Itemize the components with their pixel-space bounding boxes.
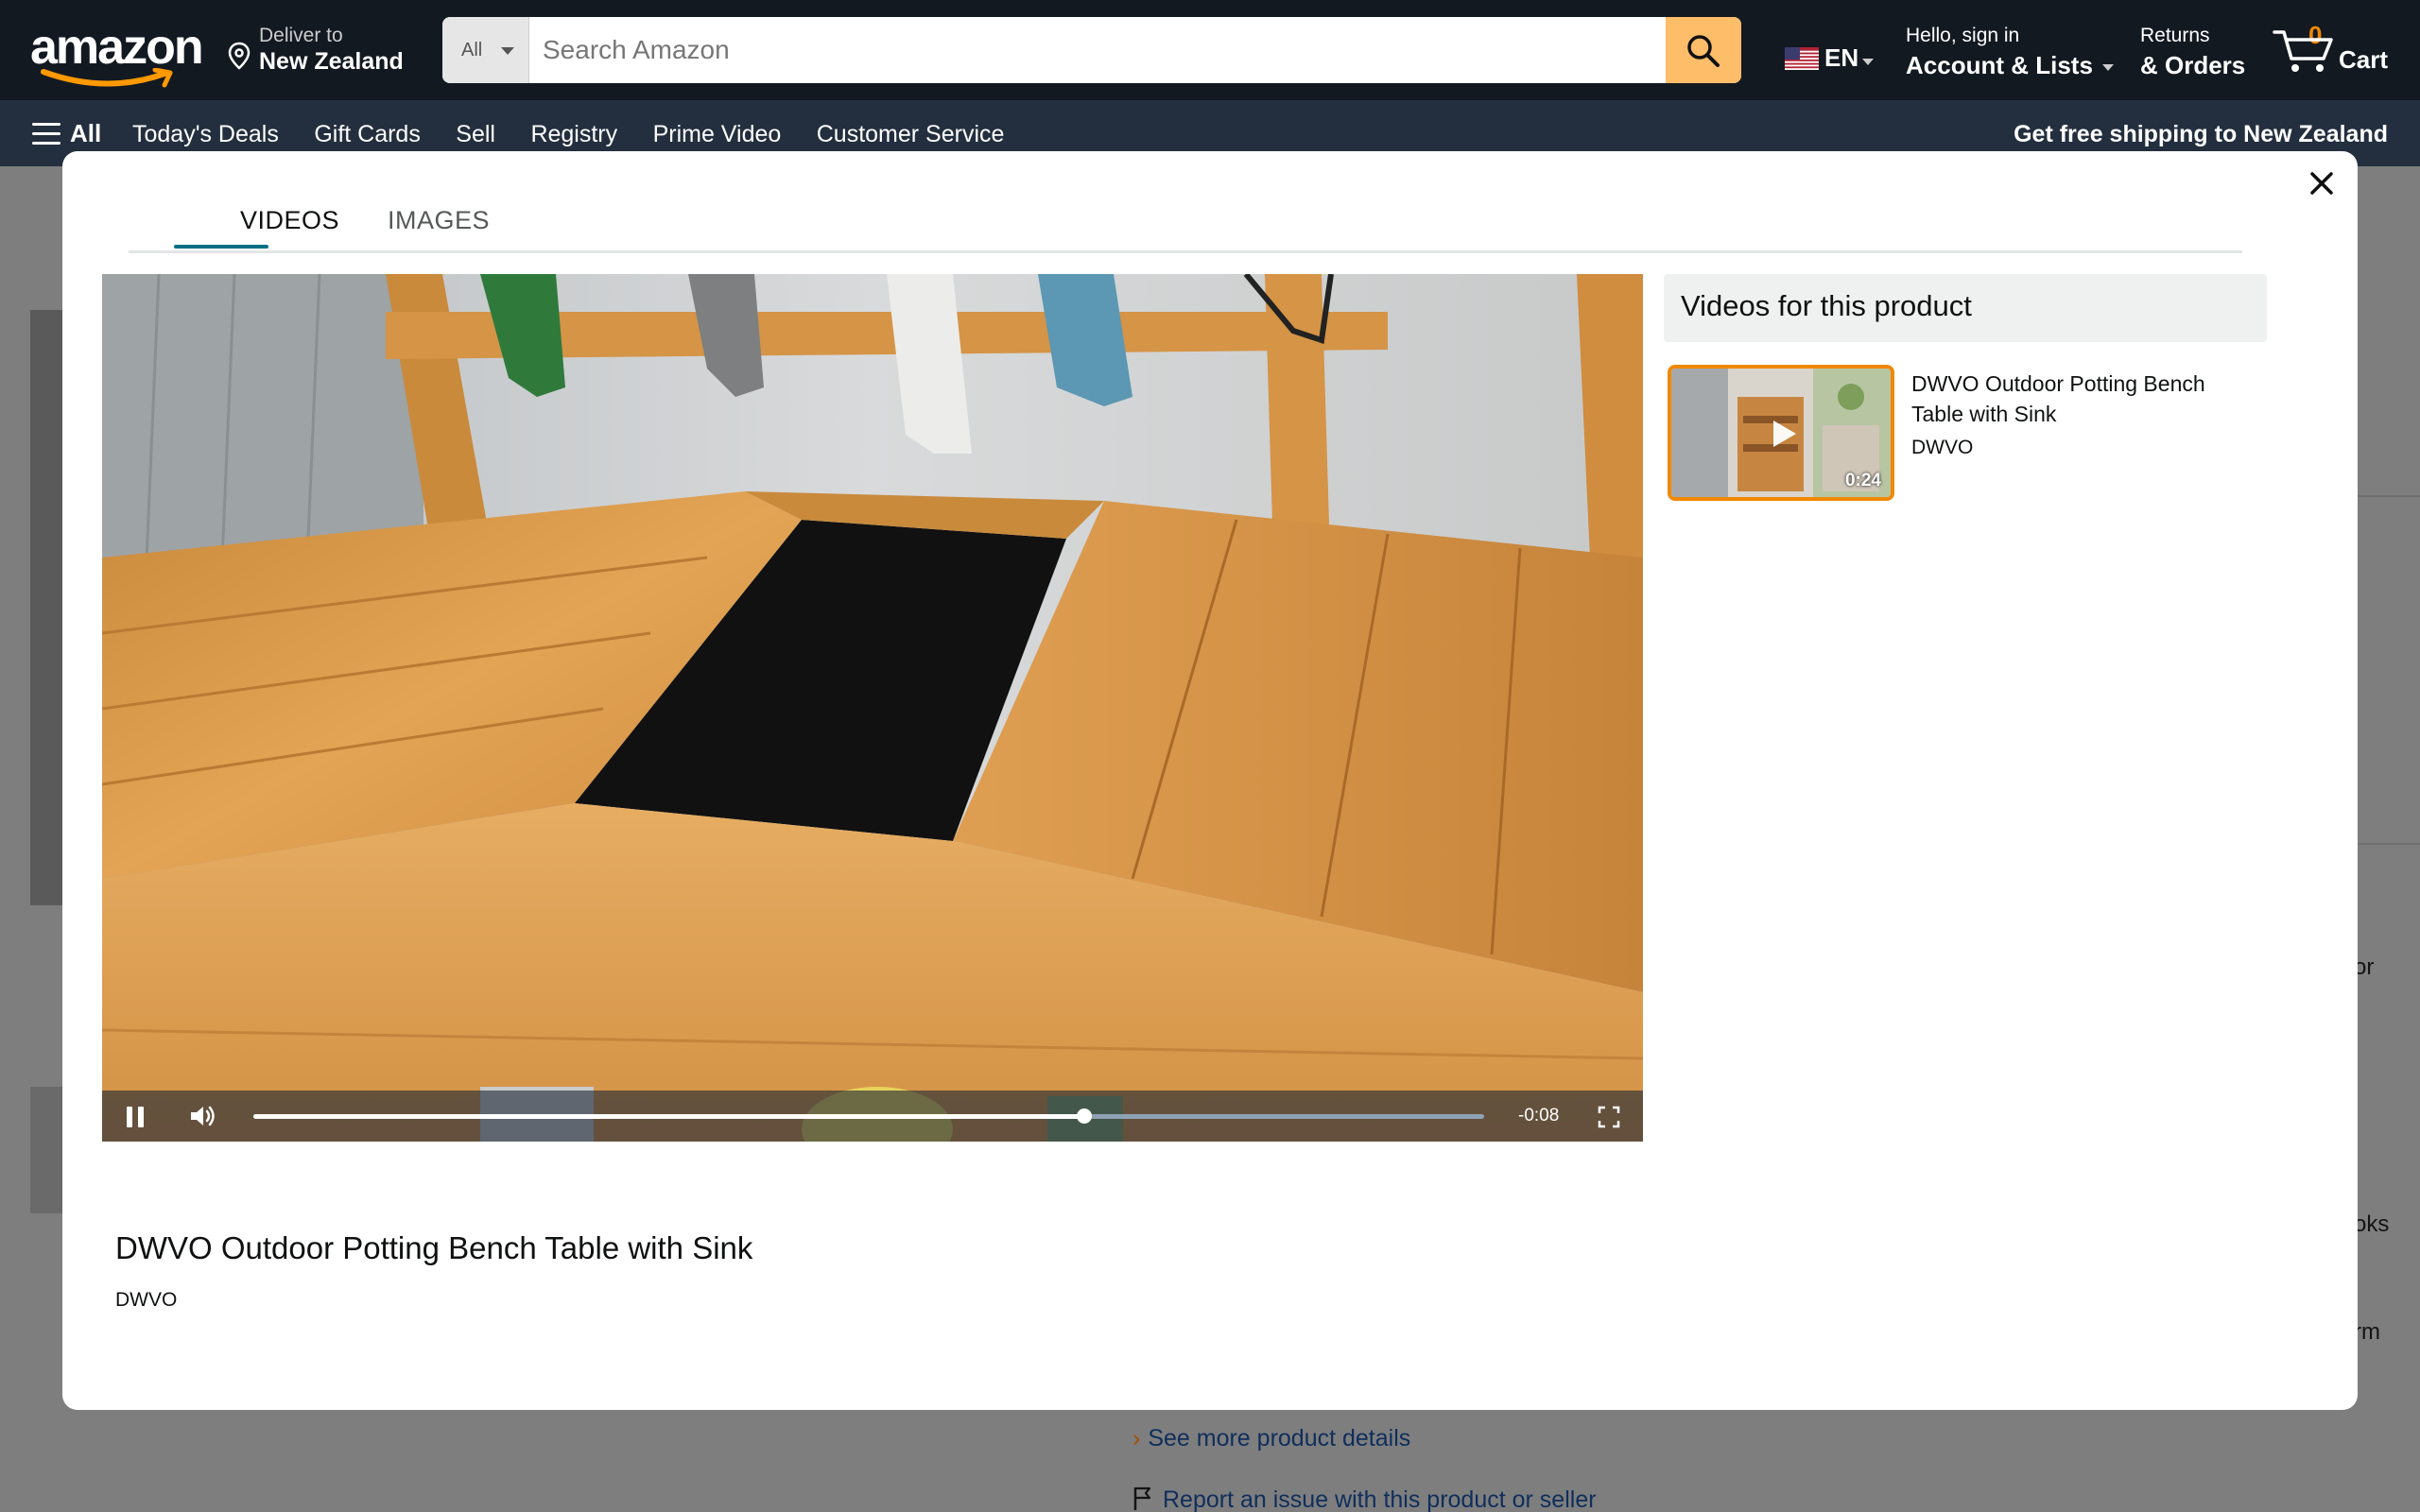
videos-list-heading: Videos for this product	[1664, 274, 2267, 342]
chevron-down-icon	[501, 47, 514, 55]
background-divider	[2354, 843, 2420, 845]
background-text-fragment: rm	[2354, 1319, 2380, 1345]
media-viewer-modal: VIDEOS IMAGES -0:08 DWVO Outdoor Potting…	[62, 151, 2358, 1410]
search-bar: All	[442, 17, 1741, 83]
chevron-down-icon	[1862, 59, 1874, 65]
top-nav-bar: amazon Deliver to New Zealand All Search…	[0, 0, 2420, 100]
time-remaining: -0:08	[1518, 1106, 1560, 1125]
pause-icon[interactable]	[127, 1107, 146, 1127]
subnav-link-prime-video[interactable]: Prime Video	[653, 121, 782, 148]
background-product-thumbnail	[30, 1087, 62, 1213]
all-menu-label: All	[70, 119, 102, 147]
volume-icon[interactable]	[189, 1104, 217, 1128]
logo-text: amazon	[30, 20, 204, 75]
background-divider	[2354, 495, 2420, 497]
subnav-link-customer-service[interactable]: Customer Service	[817, 121, 1005, 148]
chevron-right-icon: ›	[1132, 1425, 1141, 1452]
cart-button[interactable]: 0 Cart	[2273, 21, 2395, 77]
fullscreen-icon[interactable]	[1598, 1106, 1620, 1128]
logo-smile-icon	[41, 68, 173, 88]
account-greeting: Hello, sign in	[1906, 25, 2020, 46]
report-issue-label: Report an issue with this product or sel…	[1163, 1486, 1597, 1512]
account-label: Account & Lists	[1906, 51, 2093, 79]
video-controls-bar: -0:08	[102, 1091, 1643, 1142]
video-player[interactable]: -0:08	[102, 274, 1643, 1142]
us-flag-icon	[1785, 47, 1819, 70]
deliver-location: New Zealand	[259, 48, 404, 75]
video-duration: 0:24	[1844, 471, 1881, 490]
tab-images[interactable]: IMAGES	[388, 206, 490, 235]
video-progress-handle[interactable]	[1076, 1108, 1092, 1124]
search-icon	[1687, 35, 1720, 67]
video-list-item[interactable]: 0:24 DWVO Outdoor Potting Bench Table wi…	[1668, 365, 2269, 507]
returns-and-orders[interactable]: Returns & Orders	[2140, 25, 2245, 80]
language-code: EN	[1824, 43, 1859, 72]
hamburger-icon	[32, 123, 60, 146]
subnav-link-sell[interactable]: Sell	[456, 121, 495, 148]
video-thumbnail[interactable]: 0:24	[1668, 365, 1894, 501]
video-title: DWVO Outdoor Potting Bench Table with Si…	[115, 1230, 753, 1265]
subnav-link-todays-deals[interactable]: Today's Deals	[132, 121, 279, 148]
video-progress-fill	[253, 1114, 1084, 1119]
search-submit-button[interactable]	[1666, 17, 1741, 83]
subnav-link-registry[interactable]: Registry	[530, 121, 617, 148]
play-icon	[1773, 421, 1796, 447]
close-icon[interactable]	[2303, 164, 2341, 202]
search-input[interactable]	[529, 17, 1654, 83]
active-tab-indicator	[174, 245, 268, 249]
chevron-down-icon	[2101, 63, 2114, 71]
cart-label: Cart	[2339, 45, 2389, 74]
media-tabs: VIDEOS IMAGES	[129, 200, 2242, 253]
shipping-promo-link[interactable]: Get free shipping to New Zealand	[2014, 121, 2388, 148]
see-more-details-label: See more product details	[1148, 1425, 1411, 1452]
location-pin-icon	[228, 42, 251, 70]
orders-label: & Orders	[2140, 51, 2246, 79]
background-product-image	[30, 310, 62, 905]
background-text-fragment: oks	[2354, 1211, 2390, 1237]
video-list-item-brand: DWVO	[1911, 437, 1974, 458]
flag-icon	[1133, 1486, 1151, 1510]
cart-icon	[2273, 30, 2333, 72]
search-category-select[interactable]: All	[442, 17, 529, 83]
amazon-logo[interactable]: amazon	[30, 20, 204, 88]
account-and-lists[interactable]: Hello, sign in Account & Lists	[1906, 25, 2114, 80]
report-issue-link[interactable]: Report an issue with this product or sel…	[1132, 1486, 1597, 1512]
tab-videos[interactable]: VIDEOS	[240, 206, 339, 235]
subnav-links: Today's Deals Gift Cards Sell Registry P…	[132, 121, 1035, 148]
returns-label: Returns	[2140, 25, 2210, 46]
see-more-details-link[interactable]: › See more product details	[1132, 1425, 1410, 1452]
video-progress-track[interactable]	[253, 1108, 1484, 1124]
subnav-link-gift-cards[interactable]: Gift Cards	[314, 121, 421, 148]
video-frame	[102, 274, 1643, 1142]
search-category-label: All	[461, 40, 483, 60]
deliver-label: Deliver to	[259, 25, 343, 46]
video-brand: DWVO	[115, 1289, 178, 1311]
video-list-item-title[interactable]: DWVO Outdoor Potting Bench Table with Si…	[1911, 369, 2261, 429]
